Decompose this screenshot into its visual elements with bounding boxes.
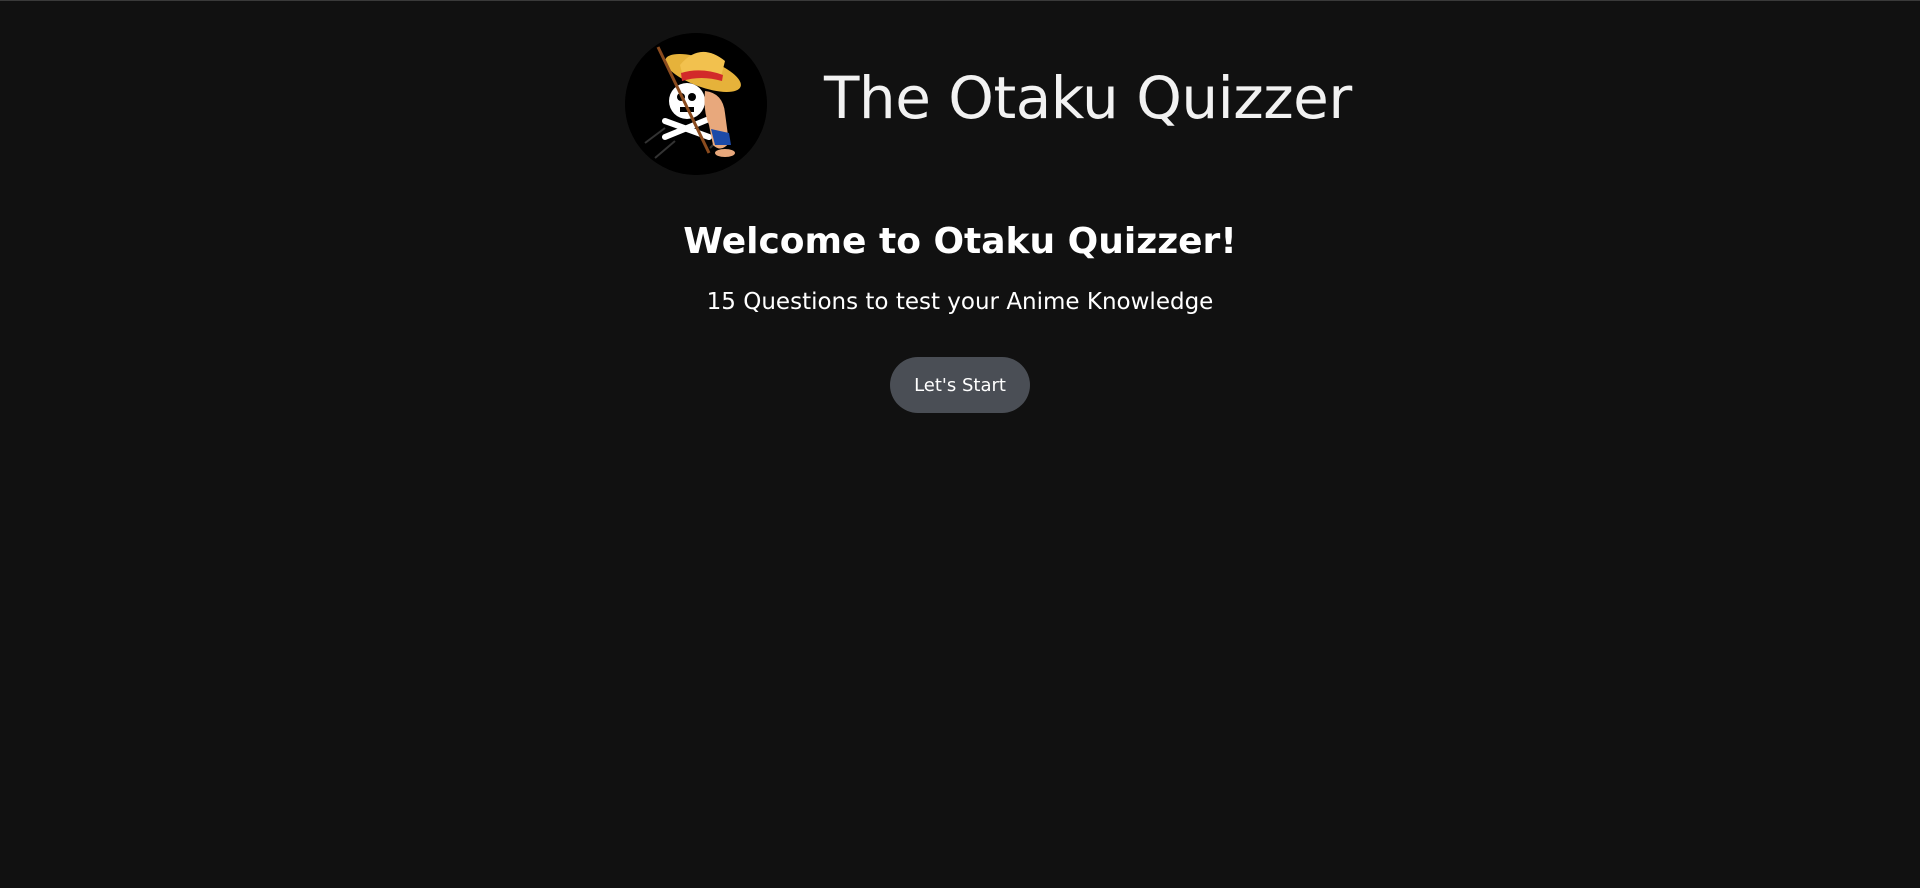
top-border [0,0,1920,1]
logo-icon [625,33,767,175]
app-header: The Otaku Quizzer [0,33,1920,177]
quiz-description: 15 Questions to test your Anime Knowledg… [706,289,1214,315]
welcome-heading: Welcome to Otaku Quizzer! [683,221,1237,262]
start-quiz-button[interactable]: Let's Start [890,357,1030,413]
app-title: The Otaku Quizzer [824,64,1352,132]
